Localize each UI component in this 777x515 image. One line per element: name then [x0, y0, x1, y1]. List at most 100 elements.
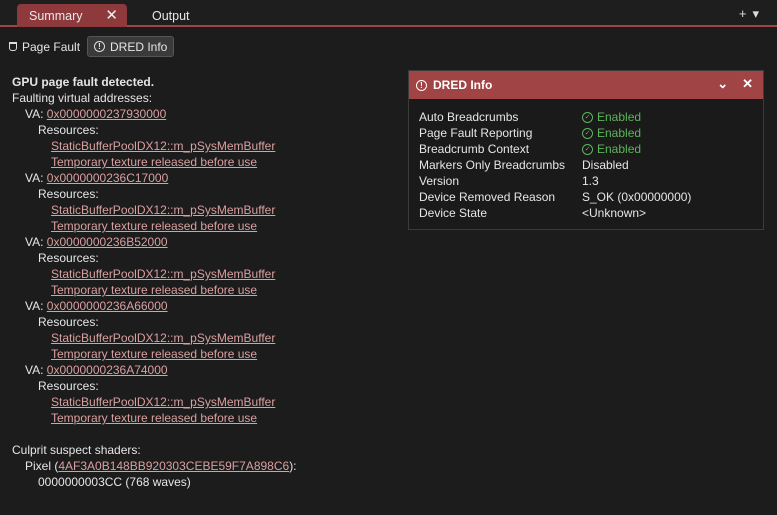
info-icon: !: [416, 79, 427, 91]
resource-item: Temporary texture released before use: [12, 282, 402, 298]
tab-summary-label: Summary: [29, 8, 83, 23]
property-key: Breadcrumb Context: [419, 142, 530, 156]
resource-item: Temporary texture released before use: [12, 218, 402, 234]
summary-pane: GPU page fault detected. Faulting virtua…: [12, 74, 402, 490]
dred-info-label: DRED Info: [110, 39, 168, 54]
toolbar: Page Fault ! DRED Info: [0, 35, 777, 59]
shader-prefix: Pixel (: [25, 459, 59, 473]
shader-hash-link[interactable]: 4AF3A0B148BB920303CEBE59F7A898C6: [58, 459, 289, 473]
resource-link[interactable]: Temporary texture released before use: [51, 283, 257, 297]
property-key: Page Fault Reporting: [419, 126, 533, 140]
chevron-down-icon[interactable]: ▾: [752, 6, 759, 22]
property-value: ✓ Enabled: [582, 109, 641, 125]
property-value: Disabled: [582, 157, 629, 173]
resource-item: Temporary texture released before use: [12, 154, 402, 170]
va-row: VA: 0x0000000236C17000: [12, 170, 402, 186]
property-key: Device State: [419, 206, 488, 220]
faulting-label: Faulting virtual addresses:: [12, 91, 153, 105]
resource-link[interactable]: Temporary texture released before use: [51, 219, 257, 233]
va-address-link[interactable]: 0x0000000236A74000: [47, 363, 168, 377]
resource-link[interactable]: StaticBufferPoolDX12::m_pSysMemBuffer: [51, 395, 275, 409]
va-prefix: VA:: [25, 171, 44, 185]
close-icon[interactable]: ✕: [742, 76, 753, 92]
dred-info-button[interactable]: ! DRED Info: [87, 36, 175, 57]
va-row: VA: 0x0000000237930000: [12, 106, 402, 122]
resource-item: Temporary texture released before use: [12, 410, 402, 426]
property-value-text: Enabled: [597, 110, 642, 124]
property-value-text: Enabled: [597, 126, 642, 140]
property-value: 1.3: [582, 173, 599, 189]
va-row: VA: 0x0000000236A74000: [12, 362, 402, 378]
resource-item: StaticBufferPoolDX12::m_pSysMemBuffer: [12, 266, 402, 282]
resource-link[interactable]: Temporary texture released before use: [51, 411, 257, 425]
resource-item: StaticBufferPoolDX12::m_pSysMemBuffer: [12, 202, 402, 218]
va-address-link[interactable]: 0x0000000236A66000: [47, 299, 168, 313]
resource-link[interactable]: StaticBufferPoolDX12::m_pSysMemBuffer: [51, 139, 275, 153]
property-row: Breadcrumb Context ✓ Enabled: [419, 141, 691, 157]
va-address-link[interactable]: 0x0000000236C17000: [47, 171, 168, 185]
check-circle-icon: ✓: [582, 111, 593, 123]
property-row: Markers Only Breadcrumbs Disabled: [419, 157, 691, 173]
resources-label: Resources:: [38, 123, 99, 137]
dred-panel-title: DRED Info: [433, 78, 493, 92]
page-fault-button[interactable]: Page Fault: [3, 36, 86, 57]
va-prefix: VA:: [25, 363, 44, 377]
property-value-text: <Unknown>: [582, 206, 647, 220]
info-icon: !: [94, 41, 105, 52]
resources-label: Resources:: [38, 251, 99, 265]
property-value: <Unknown>: [582, 205, 646, 221]
resources-label: Resources:: [38, 379, 99, 393]
resource-link[interactable]: Temporary texture released before use: [51, 155, 257, 169]
property-value-text: S_OK (0x00000000): [582, 190, 692, 204]
property-value-text: Disabled: [582, 158, 629, 172]
va-address-link[interactable]: 0x0000000236B52000: [47, 235, 168, 249]
resource-link[interactable]: Temporary texture released before use: [51, 347, 257, 361]
property-key: Auto Breadcrumbs: [419, 110, 519, 124]
resource-link[interactable]: StaticBufferPoolDX12::m_pSysMemBuffer: [51, 203, 275, 217]
collapse-chevron-icon[interactable]: ⌄: [717, 76, 728, 92]
property-row: Version 1.3: [419, 173, 691, 189]
bucket-icon: [9, 42, 17, 51]
property-key: Device Removed Reason: [419, 190, 556, 204]
culprit-label: Culprit suspect shaders:: [12, 443, 141, 457]
va-address-link[interactable]: 0x0000000237930000: [47, 107, 166, 121]
tab-bar: Summary ✕ Output + ▾: [0, 0, 777, 27]
property-value: ✓ Enabled: [582, 141, 641, 157]
property-value-text: 1.3: [582, 174, 599, 188]
dred-panel-header: ! DRED Info ⌄ ✕: [409, 71, 763, 99]
property-value-text: Enabled: [597, 142, 642, 156]
page-fault-label: Page Fault: [22, 39, 81, 54]
property-row: Device Removed Reason S_OK (0x00000000): [419, 189, 691, 205]
property-key: Version: [419, 174, 460, 188]
summary-heading: GPU page fault detected.: [12, 75, 155, 89]
resources-label: Resources:: [38, 187, 99, 201]
property-row: Page Fault Reporting ✓ Enabled: [419, 125, 691, 141]
tab-output-label: Output: [152, 8, 190, 23]
va-prefix: VA:: [25, 235, 44, 249]
property-row: Device State <Unknown>: [419, 205, 691, 221]
property-value: ✓ Enabled: [582, 125, 641, 141]
va-row: VA: 0x0000000236A66000: [12, 298, 402, 314]
va-row: VA: 0x0000000236B52000: [12, 234, 402, 250]
va-prefix: VA:: [25, 107, 44, 121]
shader-suffix: ):: [289, 459, 297, 473]
property-key: Markers Only Breadcrumbs: [419, 158, 566, 172]
resource-item: StaticBufferPoolDX12::m_pSysMemBuffer: [12, 138, 402, 154]
resource-link[interactable]: StaticBufferPoolDX12::m_pSysMemBuffer: [51, 267, 275, 281]
dred-properties: Auto Breadcrumbs ✓ Enabled Page Fault Repor…: [419, 109, 691, 221]
resources-label: Resources:: [38, 315, 99, 329]
close-icon[interactable]: ✕: [105, 6, 118, 24]
check-circle-icon: ✓: [582, 127, 593, 139]
va-prefix: VA:: [25, 299, 44, 313]
property-row: Auto Breadcrumbs ✓ Enabled: [419, 109, 691, 125]
tabbar-actions: + ▾: [739, 6, 759, 22]
tab-output[interactable]: Output: [140, 4, 190, 27]
resource-link[interactable]: StaticBufferPoolDX12::m_pSysMemBuffer: [51, 331, 275, 345]
tab-summary[interactable]: Summary ✕: [17, 4, 127, 27]
shader-row: Pixel (4AF3A0B148BB920303CEBE59F7A898C6)…: [12, 458, 402, 474]
resource-item: StaticBufferPoolDX12::m_pSysMemBuffer: [12, 394, 402, 410]
resource-item: StaticBufferPoolDX12::m_pSysMemBuffer: [12, 330, 402, 346]
add-tab-icon[interactable]: +: [739, 6, 747, 22]
check-circle-icon: ✓: [582, 143, 593, 155]
property-value: S_OK (0x00000000): [582, 189, 691, 205]
